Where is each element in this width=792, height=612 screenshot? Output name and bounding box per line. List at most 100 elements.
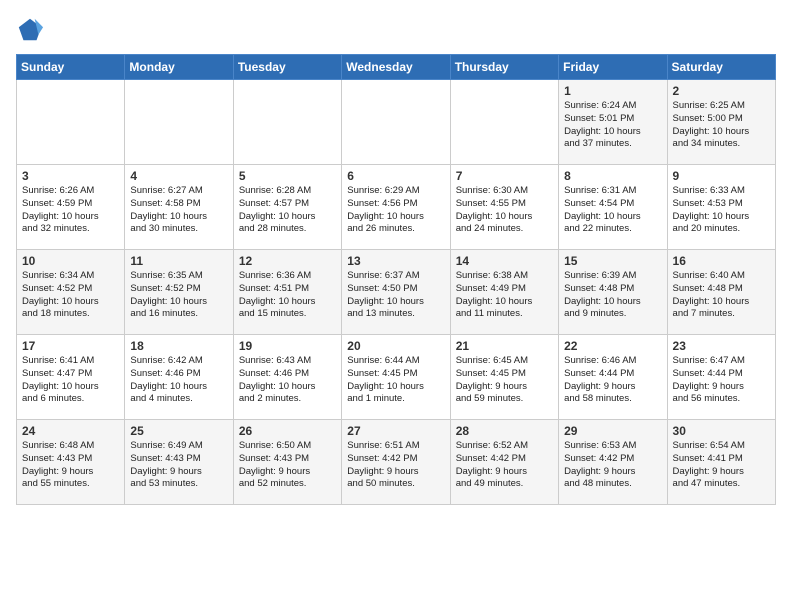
day-number: 16: [673, 254, 770, 268]
page-header: [16, 16, 776, 44]
calendar-cell: 6 Sunrise: 6:29 AM Sunset: 4:56 PM Daylig…: [342, 165, 450, 250]
calendar-week-row: 1 Sunrise: 6:24 AM Sunset: 5:01 PM Daylig…: [17, 80, 776, 165]
day-info: Sunrise: 6:24 AM Sunset: 5:01 PM Dayligh…: [564, 100, 661, 151]
calendar-cell: 28 Sunrise: 6:52 AM Sunset: 4:42 PM Dayli…: [450, 420, 558, 505]
calendar-cell: 2 Sunrise: 6:25 AM Sunset: 5:00 PM Daylig…: [667, 80, 775, 165]
calendar-cell: 3 Sunrise: 6:26 AM Sunset: 4:59 PM Daylig…: [17, 165, 125, 250]
day-info: Sunrise: 6:30 AM Sunset: 4:55 PM Dayligh…: [456, 185, 553, 236]
calendar-cell: 16 Sunrise: 6:40 AM Sunset: 4:48 PM Dayli…: [667, 250, 775, 335]
day-info: Sunrise: 6:42 AM Sunset: 4:46 PM Dayligh…: [130, 355, 227, 406]
calendar-cell: 4 Sunrise: 6:27 AM Sunset: 4:58 PM Daylig…: [125, 165, 233, 250]
calendar-cell: [450, 80, 558, 165]
calendar-day-header: Wednesday: [342, 55, 450, 80]
day-info: Sunrise: 6:46 AM Sunset: 4:44 PM Dayligh…: [564, 355, 661, 406]
day-info: Sunrise: 6:43 AM Sunset: 4:46 PM Dayligh…: [239, 355, 336, 406]
day-info: Sunrise: 6:31 AM Sunset: 4:54 PM Dayligh…: [564, 185, 661, 236]
calendar-week-row: 17 Sunrise: 6:41 AM Sunset: 4:47 PM Dayli…: [17, 335, 776, 420]
day-info: Sunrise: 6:38 AM Sunset: 4:49 PM Dayligh…: [456, 270, 553, 321]
logo-icon: [16, 16, 44, 44]
day-number: 29: [564, 424, 661, 438]
day-info: Sunrise: 6:25 AM Sunset: 5:00 PM Dayligh…: [673, 100, 770, 151]
calendar-cell: 25 Sunrise: 6:49 AM Sunset: 4:43 PM Dayli…: [125, 420, 233, 505]
calendar-cell: 17 Sunrise: 6:41 AM Sunset: 4:47 PM Dayli…: [17, 335, 125, 420]
calendar-day-header: Sunday: [17, 55, 125, 80]
day-number: 2: [673, 84, 770, 98]
day-number: 27: [347, 424, 444, 438]
day-info: Sunrise: 6:35 AM Sunset: 4:52 PM Dayligh…: [130, 270, 227, 321]
calendar-day-header: Saturday: [667, 55, 775, 80]
day-info: Sunrise: 6:37 AM Sunset: 4:50 PM Dayligh…: [347, 270, 444, 321]
day-info: Sunrise: 6:29 AM Sunset: 4:56 PM Dayligh…: [347, 185, 444, 236]
day-number: 24: [22, 424, 119, 438]
day-info: Sunrise: 6:39 AM Sunset: 4:48 PM Dayligh…: [564, 270, 661, 321]
calendar-cell: 26Sunrise: 6:50 AM Sunset: 4:43 PM Dayli…: [233, 420, 341, 505]
calendar-cell: [125, 80, 233, 165]
day-info: Sunrise: 6:50 AM Sunset: 4:43 PM Dayligh…: [239, 440, 336, 491]
calendar-week-row: 24Sunrise: 6:48 AM Sunset: 4:43 PM Dayli…: [17, 420, 776, 505]
day-number: 23: [673, 339, 770, 353]
calendar-cell: 22 Sunrise: 6:46 AM Sunset: 4:44 PM Dayli…: [559, 335, 667, 420]
day-number: 8: [564, 169, 661, 183]
day-number: 20: [347, 339, 444, 353]
calendar-cell: 11Sunrise: 6:35 AM Sunset: 4:52 PM Dayli…: [125, 250, 233, 335]
day-number: 13: [347, 254, 444, 268]
calendar-cell: 10Sunrise: 6:34 AM Sunset: 4:52 PM Dayli…: [17, 250, 125, 335]
calendar-cell: 24Sunrise: 6:48 AM Sunset: 4:43 PM Dayli…: [17, 420, 125, 505]
calendar-cell: 23 Sunrise: 6:47 AM Sunset: 4:44 PM Dayli…: [667, 335, 775, 420]
calendar-cell: 15 Sunrise: 6:39 AM Sunset: 4:48 PM Dayli…: [559, 250, 667, 335]
day-info: Sunrise: 6:41 AM Sunset: 4:47 PM Dayligh…: [22, 355, 119, 406]
day-number: 14: [456, 254, 553, 268]
day-number: 6: [347, 169, 444, 183]
day-number: 4: [130, 169, 227, 183]
calendar-cell: 27 Sunrise: 6:51 AM Sunset: 4:42 PM Dayli…: [342, 420, 450, 505]
day-info: Sunrise: 6:53 AM Sunset: 4:42 PM Dayligh…: [564, 440, 661, 491]
day-info: Sunrise: 6:49 AM Sunset: 4:43 PM Dayligh…: [130, 440, 227, 491]
calendar-body: 1 Sunrise: 6:24 AM Sunset: 5:01 PM Daylig…: [17, 80, 776, 505]
calendar-cell: [233, 80, 341, 165]
day-info: Sunrise: 6:26 AM Sunset: 4:59 PM Dayligh…: [22, 185, 119, 236]
day-number: 25: [130, 424, 227, 438]
day-number: 28: [456, 424, 553, 438]
calendar-cell: 19 Sunrise: 6:43 AM Sunset: 4:46 PM Dayli…: [233, 335, 341, 420]
day-number: 7: [456, 169, 553, 183]
calendar-cell: 29 Sunrise: 6:53 AM Sunset: 4:42 PM Dayli…: [559, 420, 667, 505]
calendar-cell: [17, 80, 125, 165]
logo: [16, 16, 48, 44]
day-number: 22: [564, 339, 661, 353]
calendar-cell: 18 Sunrise: 6:42 AM Sunset: 4:46 PM Dayli…: [125, 335, 233, 420]
calendar-cell: 21Sunrise: 6:45 AM Sunset: 4:45 PM Dayli…: [450, 335, 558, 420]
day-number: 9: [673, 169, 770, 183]
calendar-day-header: Tuesday: [233, 55, 341, 80]
day-info: Sunrise: 6:40 AM Sunset: 4:48 PM Dayligh…: [673, 270, 770, 321]
day-number: 30: [673, 424, 770, 438]
day-number: 18: [130, 339, 227, 353]
calendar-cell: 30 Sunrise: 6:54 AM Sunset: 4:41 PM Dayli…: [667, 420, 775, 505]
calendar-cell: 20 Sunrise: 6:44 AM Sunset: 4:45 PM Dayli…: [342, 335, 450, 420]
day-info: Sunrise: 6:34 AM Sunset: 4:52 PM Dayligh…: [22, 270, 119, 321]
day-number: 19: [239, 339, 336, 353]
day-number: 5: [239, 169, 336, 183]
calendar-table: SundayMondayTuesdayWednesdayThursdayFrid…: [16, 54, 776, 505]
day-number: 12: [239, 254, 336, 268]
day-info: Sunrise: 6:47 AM Sunset: 4:44 PM Dayligh…: [673, 355, 770, 406]
calendar-header-row: SundayMondayTuesdayWednesdayThursdayFrid…: [17, 55, 776, 80]
calendar-week-row: 10Sunrise: 6:34 AM Sunset: 4:52 PM Dayli…: [17, 250, 776, 335]
calendar-cell: 8 Sunrise: 6:31 AM Sunset: 4:54 PM Daylig…: [559, 165, 667, 250]
calendar-cell: 5 Sunrise: 6:28 AM Sunset: 4:57 PM Daylig…: [233, 165, 341, 250]
day-info: Sunrise: 6:52 AM Sunset: 4:42 PM Dayligh…: [456, 440, 553, 491]
day-number: 17: [22, 339, 119, 353]
calendar-cell: 12Sunrise: 6:36 AM Sunset: 4:51 PM Dayli…: [233, 250, 341, 335]
calendar-cell: 1 Sunrise: 6:24 AM Sunset: 5:01 PM Daylig…: [559, 80, 667, 165]
day-info: Sunrise: 6:28 AM Sunset: 4:57 PM Dayligh…: [239, 185, 336, 236]
calendar-cell: 14 Sunrise: 6:38 AM Sunset: 4:49 PM Dayli…: [450, 250, 558, 335]
day-info: Sunrise: 6:51 AM Sunset: 4:42 PM Dayligh…: [347, 440, 444, 491]
day-info: Sunrise: 6:45 AM Sunset: 4:45 PM Dayligh…: [456, 355, 553, 406]
day-number: 15: [564, 254, 661, 268]
day-info: Sunrise: 6:44 AM Sunset: 4:45 PM Dayligh…: [347, 355, 444, 406]
day-number: 1: [564, 84, 661, 98]
day-info: Sunrise: 6:54 AM Sunset: 4:41 PM Dayligh…: [673, 440, 770, 491]
day-info: Sunrise: 6:27 AM Sunset: 4:58 PM Dayligh…: [130, 185, 227, 236]
calendar-day-header: Thursday: [450, 55, 558, 80]
calendar-cell: [342, 80, 450, 165]
day-number: 3: [22, 169, 119, 183]
